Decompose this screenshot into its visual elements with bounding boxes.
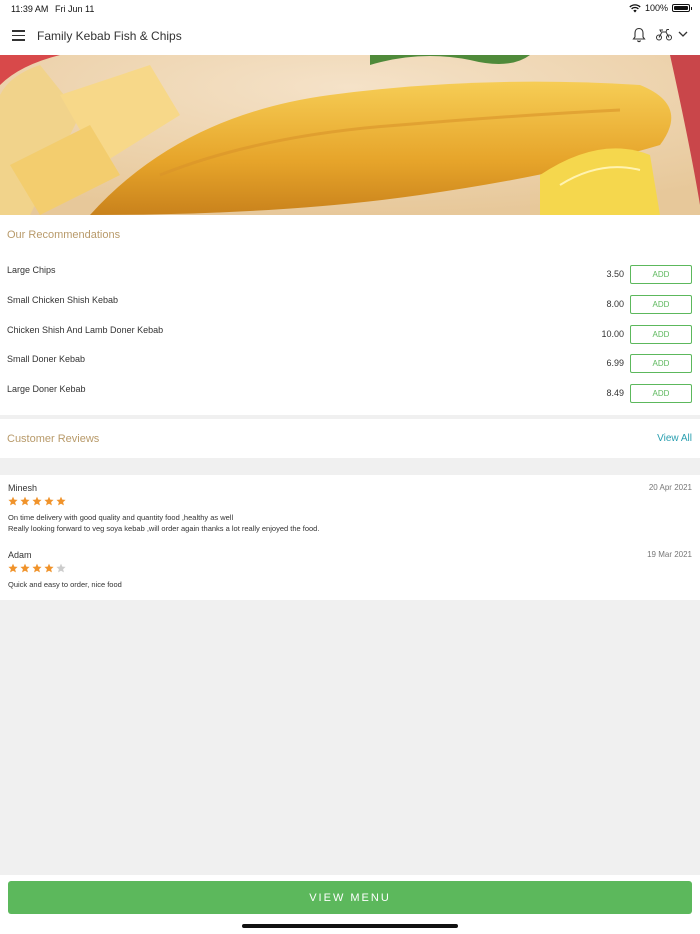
view-all-reviews-link[interactable]: View All (657, 433, 692, 444)
hero-food-image (0, 55, 700, 215)
star-rating (8, 563, 66, 573)
top-nav-bar: Family Kebab Fish & Chips (0, 18, 700, 55)
star-filled-icon (32, 563, 42, 573)
review-date: 20 Apr 2021 (648, 483, 692, 492)
star-rating (8, 496, 66, 506)
item-name: Small Chicken Shish Kebab (7, 295, 119, 305)
home-indicator (242, 924, 458, 928)
review-text-line: Quick and easy to order, nice food (8, 580, 122, 589)
reviews-header: Customer Reviews View All (0, 419, 700, 458)
item-price: 6.99 (606, 358, 624, 368)
recommendation-row: Chicken Shish And Lamb Doner Kebab 10.00… (0, 325, 700, 347)
star-filled-icon (32, 496, 42, 506)
recommendation-row: Small Doner Kebab 6.99 ADD (0, 354, 700, 376)
status-time: 11:39 AM (11, 4, 49, 14)
star-filled-icon (8, 563, 18, 573)
status-indicators: 100% (629, 3, 692, 13)
status-date: Fri Jun 11 (55, 4, 95, 14)
item-name: Chicken Shish And Lamb Doner Kebab (7, 325, 164, 335)
item-name: Small Doner Kebab (7, 354, 86, 364)
battery-fill (674, 6, 688, 10)
view-menu-button[interactable]: VIEW MENU (8, 881, 692, 914)
battery-icon (672, 4, 692, 12)
item-name: Large Chips (7, 265, 56, 275)
item-price: 8.00 (606, 299, 624, 309)
recommendations-section: Our Recommendations Large Chips 3.50 ADD… (0, 215, 700, 415)
review-date: 19 Mar 2021 (647, 550, 692, 559)
chevron-down-icon[interactable] (678, 30, 688, 38)
battery-percent: 100% (644, 3, 668, 13)
wifi-icon (629, 3, 641, 12)
add-button[interactable]: ADD (630, 325, 692, 344)
recommendation-row: Large Doner Kebab 8.49 ADD (0, 384, 700, 406)
reviews-title: Customer Reviews (7, 433, 100, 445)
delivery-scooter-icon[interactable] (655, 28, 673, 41)
fish-and-chips-photo (0, 55, 700, 215)
star-filled-icon (44, 496, 54, 506)
recommendation-row: Large Chips 3.50 ADD (0, 265, 700, 287)
star-filled-icon (20, 496, 30, 506)
add-button[interactable]: ADD (630, 265, 692, 284)
status-bar: 11:39 AM Fri Jun 11 100% (0, 0, 700, 18)
recommendation-row: Small Chicken Shish Kebab 8.00 ADD (0, 295, 700, 317)
reviewer-name: Adam (8, 550, 32, 560)
item-price: 3.50 (606, 269, 624, 279)
reviewer-name: Minesh (8, 483, 38, 493)
bell-icon[interactable] (632, 27, 646, 43)
reviews-list: Minesh 20 Apr 2021 On time delivery with… (0, 475, 700, 600)
review-text-line: Really looking forward to veg soya kebab… (8, 524, 320, 533)
item-price: 8.49 (606, 388, 624, 398)
add-button[interactable]: ADD (630, 295, 692, 314)
item-price: 10.00 (601, 329, 624, 339)
add-button[interactable]: ADD (630, 354, 692, 373)
recommendations-title: Our Recommendations (7, 229, 121, 241)
star-filled-icon (8, 496, 18, 506)
restaurant-title: Family Kebab Fish & Chips (37, 29, 182, 43)
star-filled-icon (44, 563, 54, 573)
item-name: Large Doner Kebab (7, 384, 86, 394)
star-filled-icon (56, 496, 66, 506)
star-filled-icon (20, 563, 30, 573)
review-text-line: On time delivery with good quality and q… (8, 513, 234, 522)
star-empty-icon (56, 563, 66, 573)
add-button[interactable]: ADD (630, 384, 692, 403)
hamburger-menu-icon[interactable] (12, 30, 25, 41)
